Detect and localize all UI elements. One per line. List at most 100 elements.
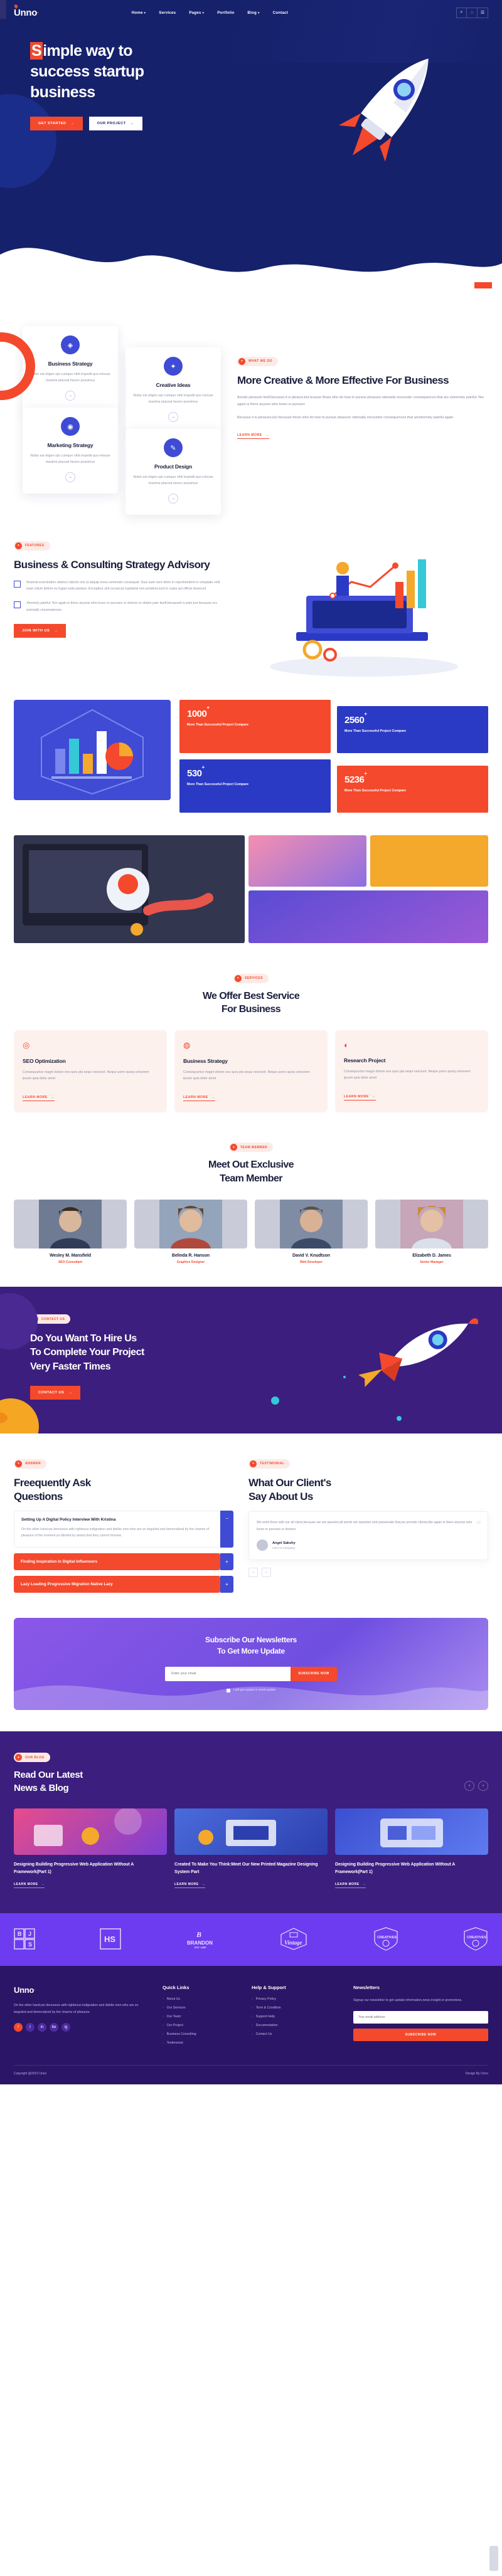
feature-card[interactable]: ◉ Marketing Strategy Nobis est eligen op… (23, 408, 118, 494)
footer-link[interactable]: › Documentation (252, 2024, 339, 2027)
nav-item-contact[interactable]: Contact (273, 11, 288, 15)
scrollbar[interactable] (489, 2546, 498, 2571)
checkbox-icon[interactable] (226, 1688, 230, 1692)
portfolio-thumb-wide[interactable] (248, 890, 488, 943)
footer-link[interactable]: › Term & Condition (252, 2006, 339, 2010)
twitter-icon[interactable]: t (26, 2023, 35, 2032)
footer-help-column: Help & Support › Privacy Policy › Term & C… (252, 1985, 339, 2050)
footer-link[interactable]: › Privacy Policy (252, 1997, 339, 2001)
footer-link[interactable]: › About Us (163, 1997, 238, 2001)
prev-arrow-icon[interactable]: ‹ (464, 1781, 474, 1792)
nav-item-portfolio[interactable]: Portfolio (217, 11, 234, 15)
footer-logo[interactable]: Unno. (14, 1985, 36, 1995)
arrow-right-icon[interactable]: → (168, 493, 178, 504)
portfolio-thumb-row (248, 835, 488, 887)
arrow-right-icon: → (41, 1882, 45, 1887)
service-card[interactable]: ◍ Business Strategy Consequuntur magni d… (174, 1030, 328, 1112)
floating-action-badge[interactable]: ⊞ (474, 282, 492, 288)
footer-column-title: Help & Support (252, 1985, 286, 1991)
blog-card[interactable]: Created To Make You Think:Meet Our New P… (174, 1808, 328, 1889)
faq-item[interactable]: Finding Inspiration In Digital Influence… (14, 1553, 233, 1570)
stat-label: More Than Successful Project Compare (187, 783, 249, 786)
footer-link[interactable]: › Testimonial (163, 2041, 238, 2045)
minus-icon[interactable]: − (220, 1510, 233, 1548)
linkedin-icon[interactable]: in (38, 2023, 46, 2032)
search-icon[interactable]: ⌕ (456, 7, 467, 18)
learn-more-link[interactable]: LEARN MORE → (174, 1882, 206, 1889)
svg-text:B: B (196, 1930, 201, 1939)
blog-card[interactable]: Designing Building Progressive Web Appli… (14, 1808, 167, 1889)
footer-about-text: On the other hand,we denounce with right… (14, 2003, 139, 2014)
hero-title-highlight: S (30, 42, 43, 60)
plus-icon[interactable]: + (220, 1553, 233, 1570)
footer-column-title: Quick Links (163, 1985, 190, 1991)
next-arrow-icon[interactable]: › (478, 1781, 488, 1792)
learn-more-link[interactable]: LEARN MORE → (183, 1095, 215, 1101)
plus-icon[interactable]: + (220, 1575, 233, 1593)
learn-more-link[interactable]: LEARN MORE → (23, 1095, 55, 1101)
footer-link[interactable]: › Our Services (163, 2006, 238, 2010)
footer-link[interactable]: › Our Project (163, 2024, 238, 2027)
portfolio-thumb[interactable] (248, 835, 366, 887)
learn-more-link[interactable]: LEARN MORE → (14, 1882, 45, 1889)
our-project-button[interactable]: OUR PROJECT → (88, 117, 142, 130)
author-name: Angel Sakshy (272, 1541, 296, 1545)
feature-card[interactable]: ✦ Creative Ideas Nobis est eligen opt cu… (125, 347, 221, 433)
testimonial-column: ✦ TESTIMONIAL What Our Client's Say About… (248, 1456, 488, 1593)
service-card[interactable]: ◐ Research Project Consequuntur magni do… (335, 1030, 488, 1112)
team-member[interactable]: Belinda R. Hanson Graphics Designer (134, 1199, 247, 1264)
badge-label: FEATURES (25, 544, 45, 547)
stat-number: 530+ (187, 764, 205, 779)
faq-item[interactable]: Setting Up A Digital Policy Interview Wi… (14, 1510, 233, 1548)
service-card[interactable]: ◎ SEO Optimization Consequuntur magni do… (14, 1030, 167, 1112)
arrow-right-icon[interactable]: → (65, 390, 75, 401)
logo[interactable]: Unno. (13, 3, 39, 18)
footer-link[interactable]: › Support Help (252, 2015, 339, 2019)
arrow-right-icon[interactable]: → (65, 472, 75, 482)
portfolio-main-image[interactable] (14, 835, 245, 943)
subscribe-button[interactable]: SUBSCRIBE NOW (291, 1666, 337, 1681)
email-input[interactable] (165, 1666, 291, 1681)
nav-item-blog[interactable]: Blog ▾ (247, 11, 259, 15)
blog-cards-row: Designing Building Progressive Web Appli… (14, 1808, 488, 1889)
team-member[interactable]: Elizabeth D. James Senior Manager (375, 1199, 488, 1264)
prev-arrow-icon[interactable]: ‹ (248, 1568, 258, 1578)
learn-more-link[interactable]: LEARN MORE → (237, 433, 269, 439)
research-icon: ◐ (344, 1040, 349, 1050)
feature-list-item: Xtremely painful. Nor again is there any… (14, 600, 227, 614)
footer-columns: Unno. On the other hand,we denounce with… (14, 1985, 488, 2050)
learn-more-link[interactable]: LEARN MORE → (344, 1095, 376, 1101)
get-started-button[interactable]: GET STARTED → (30, 117, 83, 130)
footer-link[interactable]: › Contact Us (252, 2032, 339, 2036)
team-member[interactable]: Wesley M. Mansfield SEO Consultant (14, 1199, 127, 1264)
learn-more-link[interactable]: LEARN MORE → (335, 1882, 366, 1889)
user-icon[interactable]: ◌ (467, 7, 478, 18)
nav-item-services[interactable]: Services (159, 11, 176, 15)
nav-item-pages[interactable]: Pages ▾ (189, 11, 204, 15)
feature-card[interactable]: ✎ Product Design Nobis est eligen opt cu… (125, 429, 221, 515)
footer-email-input[interactable] (353, 2010, 488, 2024)
feature-card[interactable]: ◈ Business Strategy Nobis est eligen opt… (23, 326, 118, 412)
facebook-icon[interactable]: f (14, 2023, 23, 2032)
footer-link[interactable]: › Our Team (163, 2015, 238, 2019)
avatar (14, 1199, 127, 1248)
hero-content: Simple way to success startup business G… (0, 25, 502, 130)
next-arrow-icon[interactable]: › (262, 1568, 271, 1578)
instagram-icon[interactable]: ig (61, 2023, 70, 2032)
blog-card[interactable]: Designing Building Progressive Web Appli… (335, 1808, 488, 1889)
footer-link[interactable]: › Business Consulting (163, 2032, 238, 2036)
newsletter-consent[interactable]: I will get update in email update (26, 1688, 476, 1692)
section-title: What Our Client's Say About Us (248, 1476, 331, 1502)
blog-thumbnail (14, 1808, 167, 1855)
team-member[interactable]: David V. Knudtson Web Developer (255, 1199, 368, 1264)
arrow-right-icon[interactable]: → (168, 411, 178, 422)
portfolio-thumb[interactable] (370, 835, 488, 887)
join-with-us-button[interactable]: JOIN WITH US → (14, 623, 67, 638)
menu-icon[interactable]: ☰ (478, 7, 488, 18)
footer-subscribe-button[interactable]: SUBSCRIBE NOW (353, 2028, 488, 2041)
nav-item-home[interactable]: Home ▾ (132, 11, 146, 15)
behance-icon[interactable]: be (50, 2023, 58, 2032)
contact-us-button[interactable]: CONTACT US → (30, 1386, 81, 1400)
faq-item[interactable]: Lazy Loading Progressive Migration Nativ… (14, 1575, 233, 1593)
chevron-down-icon: ▾ (144, 11, 146, 15)
